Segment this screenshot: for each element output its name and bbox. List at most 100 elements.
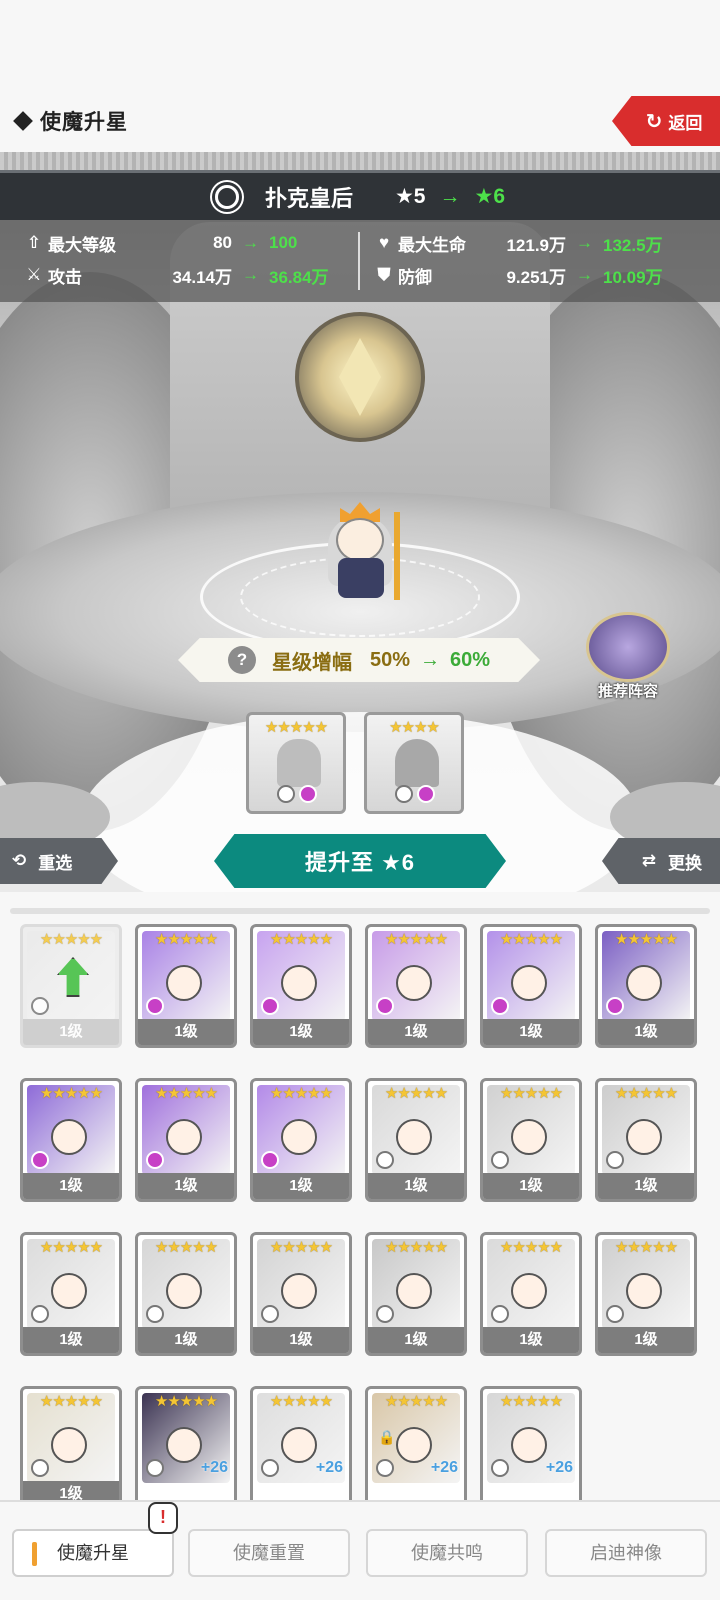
star-rating: ★★★★★: [384, 1393, 448, 1410]
sun-badge-icon: [31, 1459, 49, 1477]
card-level: 1级: [368, 1173, 464, 1199]
queen-silhouette: [277, 739, 321, 787]
card-level: 1级: [138, 1173, 234, 1199]
familiar-face: [396, 1427, 432, 1463]
moon-badge-icon: [146, 997, 164, 1015]
sun-badge-icon: [376, 1305, 394, 1323]
familiar-face: [626, 1273, 662, 1309]
tab-reset[interactable]: 使魔重置: [188, 1529, 350, 1577]
star-rating: ★★★★★: [614, 1085, 678, 1102]
card-level: 1级: [253, 1327, 349, 1353]
familiar-card[interactable]: ★★★★★ 🔒 +26: [365, 1386, 467, 1500]
boost-to: 60%: [450, 648, 491, 671]
tab-enlightenment-statue[interactable]: 启迪神像: [545, 1529, 707, 1577]
plus-level-badge: +26: [545, 1459, 573, 1476]
star-to: ★6: [474, 185, 506, 208]
familiar-card[interactable]: ★★★★★ 1级: [20, 1386, 122, 1500]
screen: { "header": { "title": "使魔升星", "back_lab…: [0, 0, 720, 1600]
familiar-card[interactable]: ★★★★★ 1级: [595, 1232, 697, 1356]
unit-name: 扑克皇后: [264, 185, 353, 211]
familiar-card[interactable]: ★★★★★ 1级: [595, 924, 697, 1048]
familiar-card[interactable]: ★★★★★ 1级: [365, 924, 467, 1048]
familiar-card[interactable]: ★★★★★ 1级: [480, 924, 582, 1048]
lock-icon: 🔒: [378, 1429, 396, 1445]
reselect-button[interactable]: ⟲ 重选: [0, 838, 118, 884]
help-button[interactable]: ?: [227, 646, 256, 674]
star-rating: ★★★★★: [614, 931, 678, 948]
tab-star-up[interactable]: 使魔升星: [12, 1529, 174, 1577]
sun-badge-icon: [31, 997, 49, 1015]
familiar-card[interactable]: ★★★★★ 1级: [480, 1078, 582, 1202]
material-slot-1[interactable]: ★★★★★: [246, 712, 346, 814]
familiar-card[interactable]: ★★★★★ 1级: [250, 924, 352, 1048]
card-level: 1级: [253, 1173, 349, 1199]
familiar-card[interactable]: ★★★★★ 1级: [365, 1078, 467, 1202]
page-title: 使魔升星: [13, 106, 128, 136]
familiar-card[interactable]: ★★★★★ 1级: [365, 1232, 467, 1356]
return-icon: ↻: [645, 110, 663, 133]
familiar-card[interactable]: ★★★★★ 1级: [595, 1078, 697, 1202]
shield-icon: ⛊: [377, 265, 391, 284]
familiar-card[interactable]: ★★★★★ 1级: [250, 1232, 352, 1356]
familiar-card[interactable]: ★★★★★ 1级: [480, 1232, 582, 1356]
moon-badge-icon: [299, 785, 317, 803]
card-level: 1级: [598, 1327, 694, 1353]
familiar-card[interactable]: ★★★★★ 1级: [135, 924, 237, 1048]
material-grid: ★★★★★ 1级 ★★★★★ 1级 ★★★★★ 1级 ★★★★★ 1级 ★★★★★ 1级 ★★★★★…: [20, 924, 700, 1500]
familiar-face: [511, 965, 547, 1001]
familiar-face: [511, 1119, 547, 1155]
scrollbar[interactable]: [10, 908, 710, 914]
sun-attribute-icon: [214, 184, 239, 209]
familiar-face: [396, 1273, 432, 1309]
change-button[interactable]: ⇄ 更换: [602, 838, 720, 884]
sun-badge-icon: [606, 1151, 624, 1169]
star-rating: ★★★★★: [269, 1085, 333, 1102]
upgrade-star-button[interactable]: 提升至 ★6: [214, 834, 506, 888]
star-rating: ★★★★★: [154, 931, 218, 948]
card-level: 1级: [483, 1019, 579, 1045]
alert-badge-icon: !: [148, 1502, 178, 1534]
boost-label: 星级增幅: [271, 651, 352, 674]
back-button[interactable]: ↻ 返回: [612, 96, 720, 146]
plus-level-badge: +26: [315, 1459, 343, 1476]
card-level: 1级: [23, 1173, 119, 1199]
empty-card-slot[interactable]: ★★★★★ 1级: [20, 924, 122, 1048]
moon-badge-icon: [417, 785, 435, 803]
star-rating: ★★★★★: [39, 1393, 103, 1410]
material-slot-2[interactable]: ★★★★: [364, 712, 464, 814]
familiar-card[interactable]: ★★★★★ 1级: [20, 1078, 122, 1202]
familiar-face: [281, 1427, 317, 1463]
header: 使魔升星 ↻ 返回: [0, 0, 720, 160]
card-level: 1级: [23, 1327, 119, 1353]
material-grid-area: ★★★★★ 1级 ★★★★★ 1级 ★★★★★ 1级 ★★★★★ 1级 ★★★★★ 1级 ★★★★★…: [0, 902, 720, 1500]
moon-badge-icon: [376, 997, 394, 1015]
familiar-card[interactable]: ★★★★★ 1级: [135, 1078, 237, 1202]
moon-badge-icon: [261, 997, 279, 1015]
unit-title-bar: 扑克皇后 ★5 → ★6: [0, 170, 720, 220]
sun-badge-icon: [376, 1151, 394, 1169]
familiar-card[interactable]: ★★★★★ +26: [135, 1386, 237, 1500]
recommend-team-button[interactable]: 推荐阵容: [586, 612, 670, 702]
star-rating: ★★★★★: [39, 931, 103, 948]
star-rating: ★★★★★: [384, 931, 448, 948]
tab-resonance[interactable]: 使魔共鸣: [366, 1529, 528, 1577]
familiar-card[interactable]: ★★★★★ +26: [480, 1386, 582, 1500]
recommend-label: 推荐阵容: [597, 683, 658, 700]
familiar-face: [396, 965, 432, 1001]
heart-icon: ♥: [378, 233, 390, 252]
familiar-card[interactable]: ★★★★★ +26: [250, 1386, 352, 1500]
familiar-face: [626, 1119, 662, 1155]
boost-from: 50%: [369, 648, 410, 671]
familiar-card[interactable]: ★★★★★ 1级: [135, 1232, 237, 1356]
card-level: 1级: [368, 1019, 464, 1045]
star-arrow: →: [439, 184, 461, 208]
team-icon: [586, 612, 670, 682]
star-rating: ★★★★★: [269, 931, 333, 948]
familiar-card[interactable]: ★★★★★ 1级: [250, 1078, 352, 1202]
stat-defense: ⛊ 防御 9.251万 → 10.09万: [374, 260, 663, 290]
hero-sprite[interactable]: [318, 502, 408, 602]
star-rating: ★★★★★: [499, 1239, 563, 1256]
familiar-card[interactable]: ★★★★★ 1级: [20, 1232, 122, 1356]
star-rating: ★★★★★: [39, 1085, 103, 1102]
plus-level-badge: +26: [430, 1459, 458, 1476]
